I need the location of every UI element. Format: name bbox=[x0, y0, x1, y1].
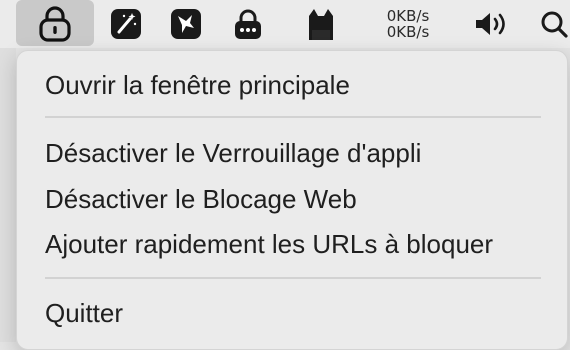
cat-menu-extra[interactable] bbox=[300, 0, 342, 48]
menu-separator bbox=[45, 277, 541, 279]
password-lock-menu-extra[interactable] bbox=[228, 0, 268, 48]
network-speed[interactable]: 0KB/s 0KB/s bbox=[370, 0, 446, 48]
magic-wand-menu-extra[interactable] bbox=[106, 0, 146, 48]
search-icon bbox=[541, 11, 568, 38]
magic-wand-icon bbox=[111, 9, 141, 39]
menu-separator bbox=[45, 116, 541, 118]
bird-icon bbox=[171, 9, 201, 39]
menu-item-disable-web-block[interactable]: Désactiver le Blocage Web bbox=[45, 183, 357, 215]
upload-speed: 0KB/s bbox=[386, 7, 430, 25]
password-lock-icon bbox=[235, 9, 261, 39]
app-lock-icon bbox=[39, 6, 71, 42]
bird-menu-extra[interactable] bbox=[166, 0, 206, 48]
menu-item-quick-add-urls[interactable]: Ajouter rapidement les URLs à bloquer bbox=[45, 228, 493, 260]
menu-bar: 0KB/s 0KB/s bbox=[0, 0, 570, 48]
volume-menu-extra[interactable] bbox=[470, 0, 514, 48]
menu-item-open-main-window[interactable]: Ouvrir la fenêtre principale bbox=[45, 69, 350, 101]
app-lock-dropdown-menu: Ouvrir la fenêtre principale Désactiver … bbox=[16, 50, 568, 350]
background-window bbox=[0, 48, 16, 342]
app-lock-menu-extra[interactable] bbox=[16, 0, 94, 46]
cat-icon bbox=[309, 9, 333, 40]
download-speed: 0KB/s bbox=[386, 23, 430, 41]
volume-icon bbox=[476, 13, 505, 35]
spotlight-menu-extra[interactable] bbox=[538, 0, 570, 48]
menu-item-quit[interactable]: Quitter bbox=[45, 297, 123, 329]
menu-item-disable-app-lock[interactable]: Désactiver le Verrouillage d'appli bbox=[45, 137, 421, 169]
